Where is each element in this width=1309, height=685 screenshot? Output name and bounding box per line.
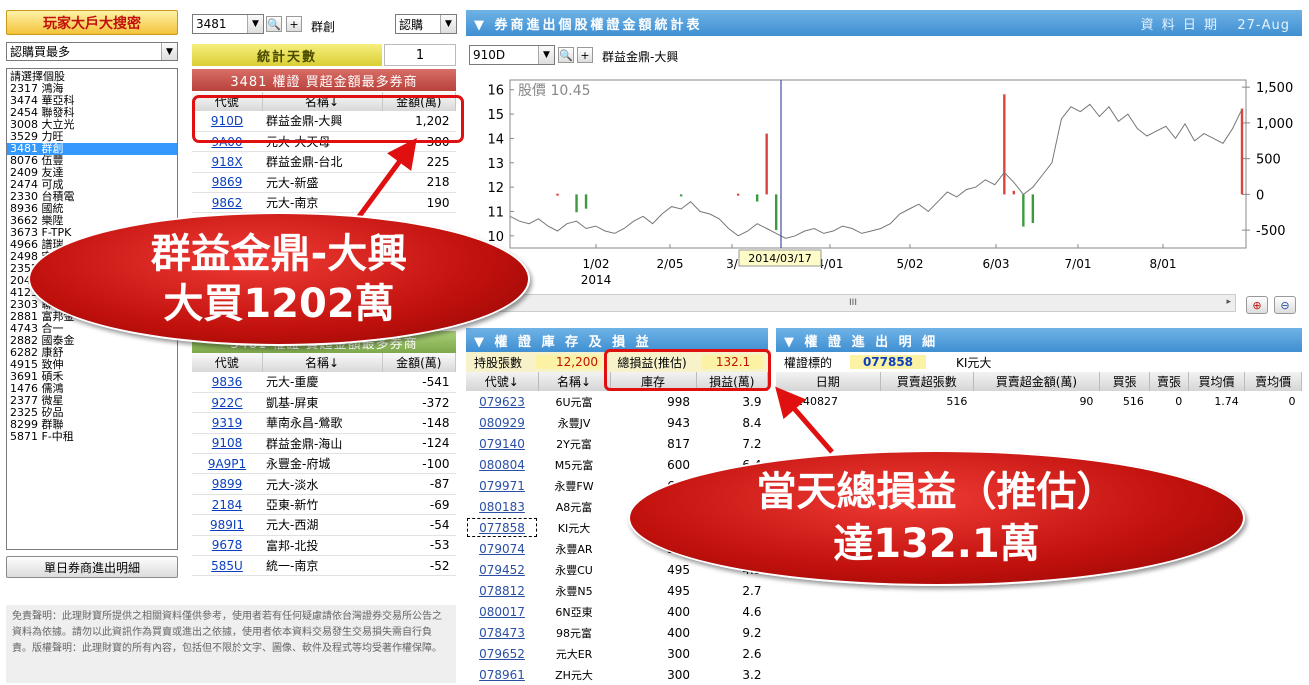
bubble-pl-line1: 當天總損益（推估） (756, 469, 1117, 515)
arrow-to-pl (775, 386, 834, 454)
bubble-buy-line1: 群益金鼎-大興 (150, 231, 408, 277)
bubble-pl-line2: 達132.1萬 (833, 521, 1040, 567)
arrow-to-buy-row (352, 137, 417, 224)
callout-arrows (352, 137, 834, 454)
callout-bubble-pl: 當天總損益（推估） 達132.1萬 (628, 450, 1245, 586)
bubble-buy-line2: 大買1202萬 (163, 281, 395, 327)
callout-bubble-buy: 群益金鼎-大興 大買1202萬 (28, 212, 530, 346)
